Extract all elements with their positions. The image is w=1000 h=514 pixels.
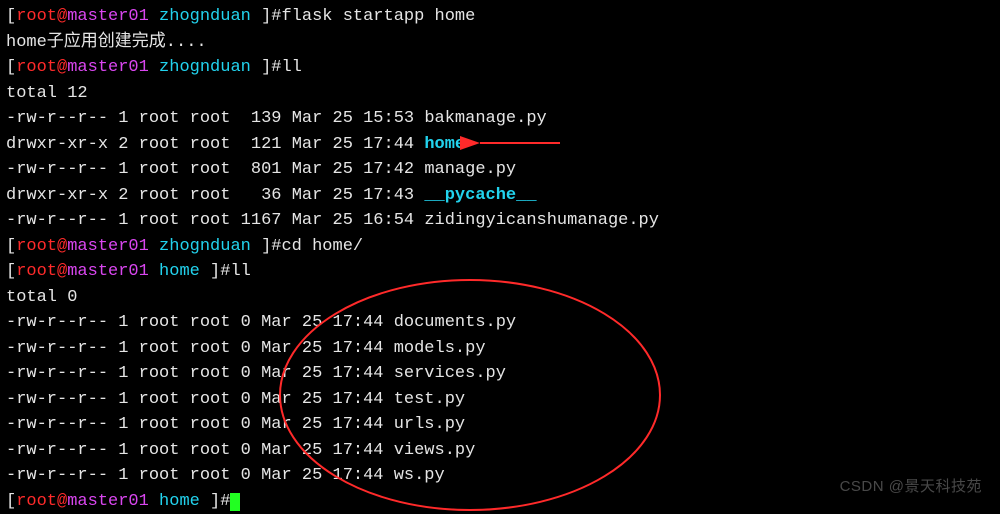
command-cd: cd home/ — [281, 237, 363, 256]
command-startapp: flask startapp home — [281, 7, 475, 26]
file-name: models.py — [394, 339, 486, 358]
file-listing-row: -rw-r--r-- 1 root root 1167 Mar 25 16:54… — [6, 208, 994, 234]
output-total-0: total 0 — [6, 285, 994, 311]
file-name: services.py — [394, 364, 506, 383]
prompt-line-1: [root@master01 zhognduan ]#flask startap… — [6, 4, 994, 30]
prompt-host: master01 — [67, 7, 149, 26]
command-ll-2: ll — [230, 262, 250, 281]
file-name: test.py — [394, 390, 465, 409]
watermark: CSDN @景天科技苑 — [840, 476, 982, 499]
cursor[interactable] — [230, 493, 240, 511]
command-ll-1: ll — [281, 58, 301, 77]
file-listing-row: drwxr-xr-x 2 root root 121 Mar 25 17:44 … — [6, 132, 994, 158]
file-listing-row: -rw-r--r-- 1 root root 0 Mar 25 17:44 do… — [6, 310, 994, 336]
prompt-user: root — [16, 7, 57, 26]
prompt-dir: zhognduan — [159, 7, 251, 26]
file-listing-row: -rw-r--r-- 1 root root 139 Mar 25 15:53 … — [6, 106, 994, 132]
file-name: urls.py — [394, 415, 465, 434]
file-name: documents.py — [394, 313, 516, 332]
file-name: views.py — [394, 441, 476, 460]
file-listing-row: -rw-r--r-- 1 root root 0 Mar 25 17:44 se… — [6, 361, 994, 387]
file-name: ws.py — [394, 466, 445, 485]
file-listing-row: -rw-r--r-- 1 root root 0 Mar 25 17:44 mo… — [6, 336, 994, 362]
output-created: home子应用创建完成.... — [6, 30, 994, 56]
file-listing-row: -rw-r--r-- 1 root root 0 Mar 25 17:44 vi… — [6, 438, 994, 464]
prompt-line-3: [root@master01 zhognduan ]#cd home/ — [6, 234, 994, 260]
file-name: home — [424, 135, 465, 154]
file-listing-row: -rw-r--r-- 1 root root 801 Mar 25 17:42 … — [6, 157, 994, 183]
prompt-dir-home: home — [159, 262, 200, 281]
prompt-line-2: [root@master01 zhognduan ]#ll — [6, 55, 994, 81]
file-name: zidingyicanshumanage.py — [424, 211, 659, 230]
file-name: bakmanage.py — [424, 109, 546, 128]
file-listing-row: drwxr-xr-x 2 root root 36 Mar 25 17:43 _… — [6, 183, 994, 209]
file-listing-row: -rw-r--r-- 1 root root 0 Mar 25 17:44 te… — [6, 387, 994, 413]
file-name: manage.py — [424, 160, 516, 179]
output-total-12: total 12 — [6, 81, 994, 107]
file-name: __pycache__ — [424, 186, 536, 205]
file-listing-row: -rw-r--r-- 1 root root 0 Mar 25 17:44 ur… — [6, 412, 994, 438]
prompt-line-4: [root@master01 home ]#ll — [6, 259, 994, 285]
